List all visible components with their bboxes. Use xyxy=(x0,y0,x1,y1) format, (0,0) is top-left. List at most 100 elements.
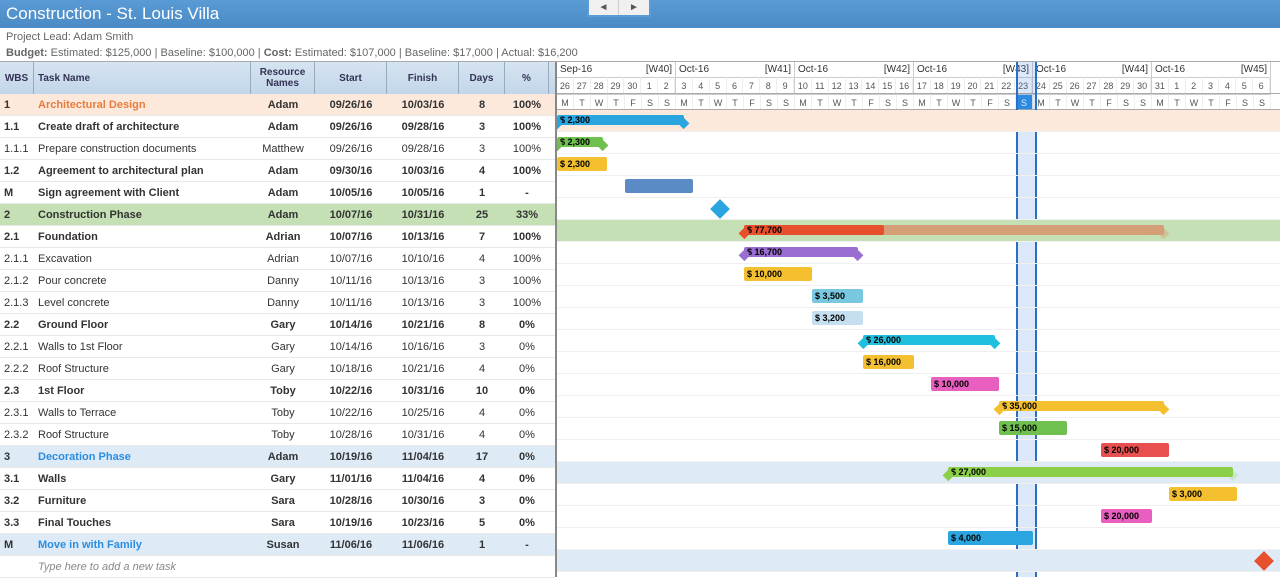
finish-cell[interactable]: 10/03/16 xyxy=(387,99,459,111)
day-cell[interactable]: 11 xyxy=(812,77,829,93)
col-pct[interactable]: % xyxy=(505,62,549,94)
task-name-cell[interactable]: Walls xyxy=(34,473,251,485)
gantt-task-bar[interactable]: $ 3,500 xyxy=(812,289,863,303)
day-cell[interactable]: 1 xyxy=(1169,77,1186,93)
gantt-task-bar[interactable]: $ 20,000 xyxy=(1101,509,1152,523)
new-task-row[interactable]: Type here to add a new task xyxy=(0,556,555,578)
day-cell[interactable]: 17 xyxy=(914,77,931,93)
pct-cell[interactable]: 100% xyxy=(505,165,549,177)
finish-cell[interactable]: 10/13/16 xyxy=(387,275,459,287)
gantt-row[interactable] xyxy=(557,550,1280,572)
days-cell[interactable]: 4 xyxy=(459,473,505,485)
day-cell[interactable]: 13 xyxy=(846,77,863,93)
start-cell[interactable]: 10/19/16 xyxy=(315,517,387,529)
task-row[interactable]: 2.1.1ExcavationAdrian10/07/1610/10/16410… xyxy=(0,248,555,270)
task-row[interactable]: 3.2FurnitureSara10/28/1610/30/1630% xyxy=(0,490,555,512)
day-cell[interactable]: 28 xyxy=(591,77,608,93)
task-name-cell[interactable]: Level concrete xyxy=(34,297,251,309)
days-cell[interactable]: 3 xyxy=(459,297,505,309)
pct-cell[interactable]: 100% xyxy=(505,99,549,111)
finish-cell[interactable]: 09/28/16 xyxy=(387,143,459,155)
start-cell[interactable]: 10/11/16 xyxy=(315,297,387,309)
days-cell[interactable]: 25 xyxy=(459,209,505,221)
days-cell[interactable]: 4 xyxy=(459,165,505,177)
pct-cell[interactable]: 33% xyxy=(505,209,549,221)
day-cell[interactable]: 30 xyxy=(1134,77,1151,93)
days-cell[interactable]: 17 xyxy=(459,451,505,463)
gantt-task-bar[interactable]: $ 10,000 xyxy=(744,267,812,281)
resource-cell[interactable]: Adam xyxy=(251,99,315,111)
task-name-cell[interactable]: Foundation xyxy=(34,231,251,243)
gantt-row[interactable]: ◆$ 77,700◆ xyxy=(557,220,1280,242)
task-row[interactable]: 2.31st FloorToby10/22/1610/31/16100% xyxy=(0,380,555,402)
day-cell[interactable]: 30 xyxy=(624,77,641,93)
day-cell[interactable]: 27 xyxy=(1084,77,1101,93)
day-cell[interactable]: 4 xyxy=(693,77,710,93)
pct-cell[interactable]: 100% xyxy=(505,275,549,287)
task-row[interactable]: MSign agreement with ClientAdam10/05/161… xyxy=(0,182,555,204)
day-cell[interactable]: 2 xyxy=(658,77,675,93)
gantt-summary-bar[interactable]: $ 35,000◆◆ xyxy=(999,401,1164,411)
finish-cell[interactable]: 11/04/16 xyxy=(387,451,459,463)
gantt-summary-bar[interactable]: $ 77,700◆ xyxy=(744,225,884,235)
gantt-row[interactable]: $ 16,000 xyxy=(557,352,1280,374)
task-name-cell[interactable]: Agreement to architectural plan xyxy=(34,165,251,177)
task-name-cell[interactable]: Architectural Design xyxy=(34,99,251,111)
days-cell[interactable]: 3 xyxy=(459,341,505,353)
start-cell[interactable]: 09/26/16 xyxy=(315,121,387,133)
day-cell[interactable]: 7 xyxy=(743,77,760,93)
task-name-cell[interactable]: Move in with Family xyxy=(34,539,251,551)
gantt-summary-bar[interactable]: $ 26,000◆◆ xyxy=(863,335,995,345)
finish-cell[interactable]: 10/03/16 xyxy=(387,165,459,177)
finish-cell[interactable]: 10/13/16 xyxy=(387,297,459,309)
day-cell[interactable]: 1 xyxy=(641,77,658,93)
col-finish[interactable]: Finish xyxy=(387,62,459,94)
start-cell[interactable]: 10/14/16 xyxy=(315,341,387,353)
days-cell[interactable]: 8 xyxy=(459,99,505,111)
day-cell[interactable]: 6 xyxy=(1253,77,1270,93)
resource-cell[interactable]: Adam xyxy=(251,451,315,463)
task-row[interactable]: 2.1.3Level concreteDanny10/11/1610/13/16… xyxy=(0,292,555,314)
task-name-cell[interactable]: Walls to Terrace xyxy=(34,407,251,419)
gantt-task-bar[interactable]: $ 3,000 xyxy=(1169,487,1237,501)
task-row[interactable]: 2.2Ground FloorGary10/14/1610/21/1680% xyxy=(0,314,555,336)
task-row[interactable]: 2.3.2Roof StructureToby10/28/1610/31/164… xyxy=(0,424,555,446)
resource-cell[interactable]: Gary xyxy=(251,319,315,331)
finish-cell[interactable]: 11/04/16 xyxy=(387,473,459,485)
task-name-cell[interactable]: Construction Phase xyxy=(34,209,251,221)
resource-cell[interactable]: Adrian xyxy=(251,253,315,265)
resource-cell[interactable]: Adrian xyxy=(251,231,315,243)
day-cell[interactable]: 29 xyxy=(1117,77,1134,93)
pct-cell[interactable]: 0% xyxy=(505,517,549,529)
pct-cell[interactable]: 100% xyxy=(505,297,549,309)
task-row[interactable]: 2.2.2Roof StructureGary10/18/1610/21/164… xyxy=(0,358,555,380)
gantt-row[interactable] xyxy=(557,176,1280,198)
col-task-name[interactable]: Task Name xyxy=(34,62,251,94)
resource-cell[interactable]: Adam xyxy=(251,187,315,199)
day-cell[interactable]: 4 xyxy=(1219,77,1236,93)
gantt-row[interactable]: $ 20,000 xyxy=(557,506,1280,528)
task-row[interactable]: 2.1FoundationAdrian10/07/1610/13/167100% xyxy=(0,226,555,248)
day-cell[interactable]: 3 xyxy=(1203,77,1220,93)
gantt-row[interactable]: $ 26,000◆◆ xyxy=(557,330,1280,352)
task-row[interactable]: 3.1WallsGary11/01/1611/04/1640% xyxy=(0,468,555,490)
day-cell[interactable]: 26 xyxy=(557,77,574,93)
days-cell[interactable]: 10 xyxy=(459,385,505,397)
gantt-summary-bar[interactable]: $ 27,000◆ xyxy=(948,467,1233,477)
days-cell[interactable]: 1 xyxy=(459,187,505,199)
resource-cell[interactable]: Toby xyxy=(251,407,315,419)
pct-cell[interactable]: 0% xyxy=(505,495,549,507)
milestone-icon[interactable] xyxy=(710,199,730,219)
finish-cell[interactable]: 11/06/16 xyxy=(387,539,459,551)
gantt-row[interactable]: $ 2,300◆◆ xyxy=(557,110,1280,132)
days-cell[interactable]: 8 xyxy=(459,319,505,331)
gantt-task-bar[interactable]: $ 15,000 xyxy=(999,421,1067,435)
finish-cell[interactable]: 10/31/16 xyxy=(387,385,459,397)
day-cell[interactable]: 31 xyxy=(1152,77,1169,93)
pct-cell[interactable]: 0% xyxy=(505,319,549,331)
days-cell[interactable]: 4 xyxy=(459,407,505,419)
col-resource[interactable]: Resource Names xyxy=(251,62,315,94)
start-cell[interactable]: 11/06/16 xyxy=(315,539,387,551)
start-cell[interactable]: 10/19/16 xyxy=(315,451,387,463)
day-cell[interactable]: 6 xyxy=(727,77,744,93)
